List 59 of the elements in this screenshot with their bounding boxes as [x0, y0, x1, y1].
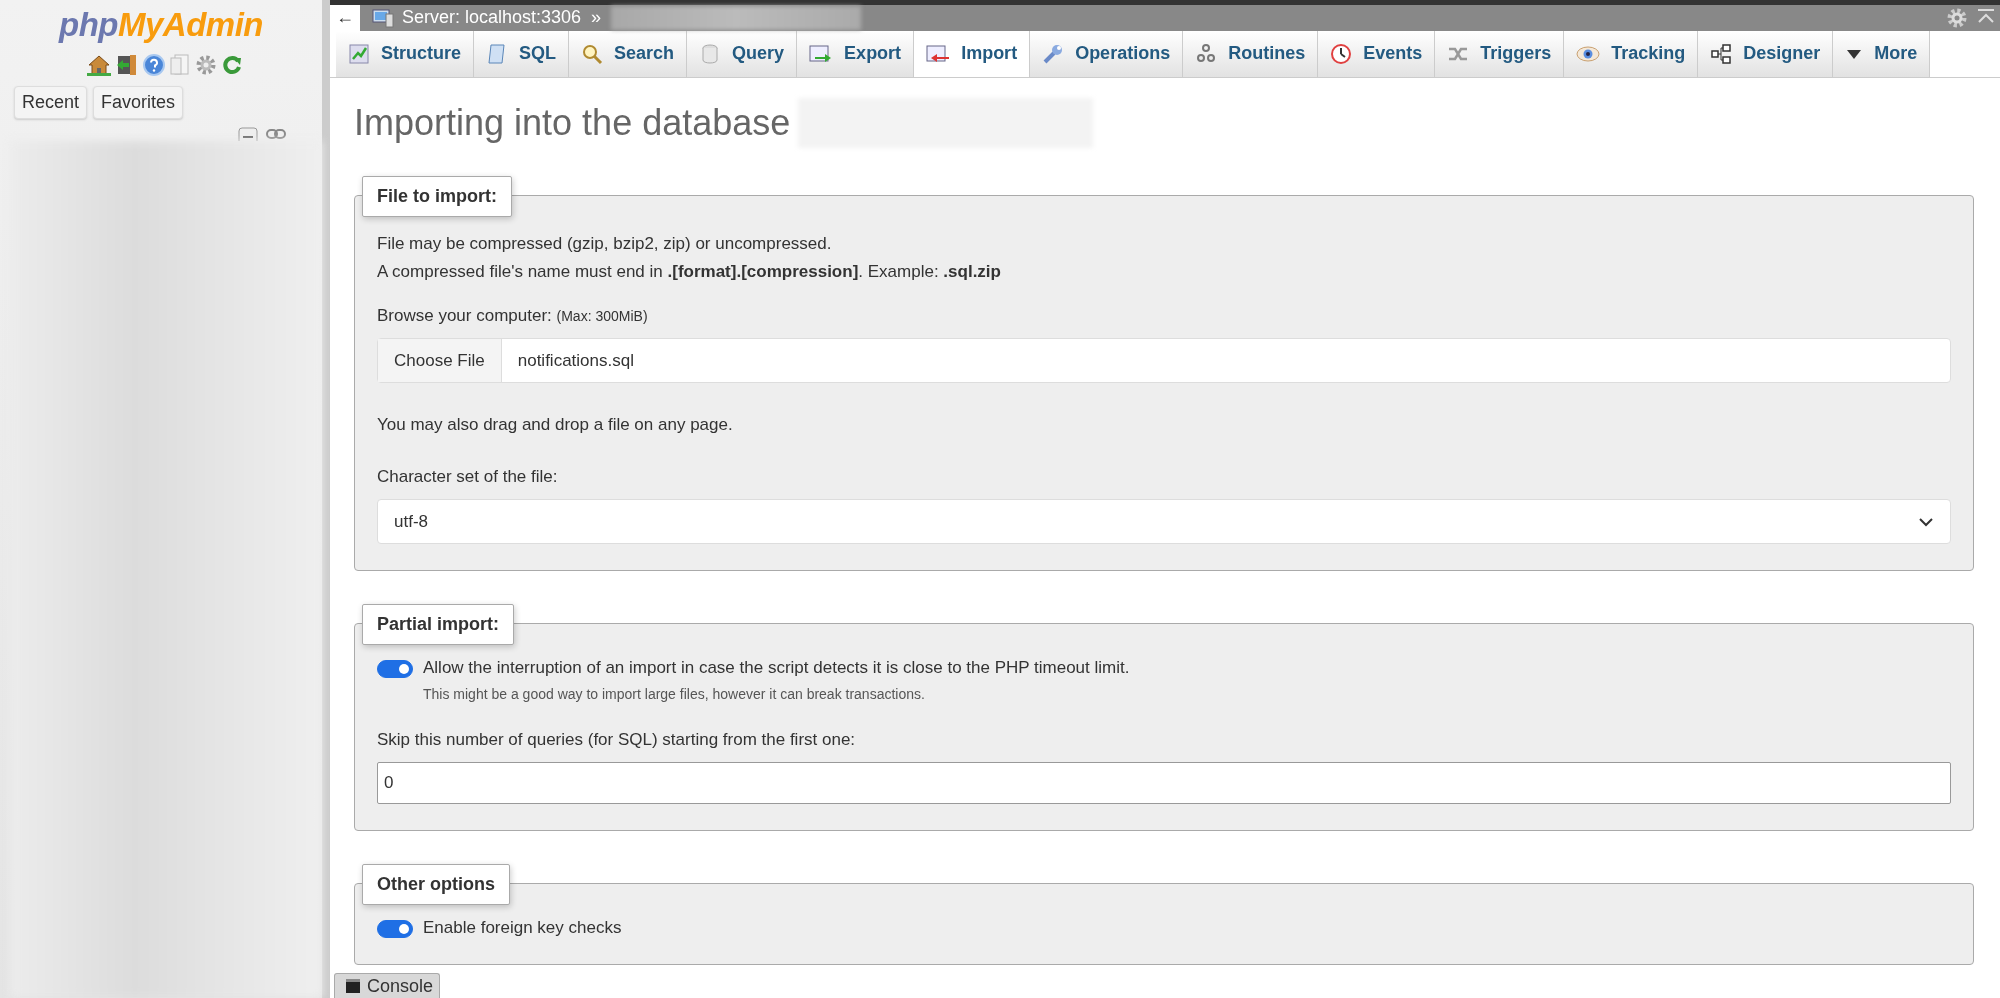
- tab[interactable]: Query: [687, 30, 798, 77]
- choose-file-button[interactable]: Choose File: [378, 339, 502, 382]
- diagram-icon: [1710, 42, 1733, 65]
- reload-icon[interactable]: [221, 54, 243, 76]
- back-button[interactable]: ←: [330, 5, 360, 31]
- tab[interactable]: Export: [797, 30, 915, 77]
- sidebar-button[interactable]: Recent: [14, 86, 88, 119]
- terminal-icon: [345, 978, 361, 994]
- scroll-icon: [486, 42, 508, 65]
- settings-icon[interactable]: [195, 54, 217, 76]
- wrench-icon: [1042, 42, 1065, 65]
- section-legend: Other options: [362, 864, 510, 905]
- charset-select[interactable]: utf-8: [377, 499, 1951, 544]
- input-field[interactable]: 0: [377, 762, 1951, 804]
- field-label: Character set of the file:: [377, 467, 558, 486]
- field-label: Skip this number of queries (for SQL) starting from the first one:: [377, 730, 856, 749]
- tab[interactable]: Triggers: [1435, 30, 1565, 77]
- section-legend: Partial import:: [362, 604, 515, 645]
- toggle-switch[interactable]: [377, 660, 413, 678]
- file-name: notifications.sql: [516, 350, 634, 371]
- tab[interactable]: Operations: [1030, 30, 1184, 77]
- logo[interactable]: phpMyAdmin: [59, 8, 263, 41]
- clock-icon: [1330, 42, 1353, 65]
- gears-icon: [1195, 42, 1218, 65]
- link-icon[interactable]: [266, 127, 286, 141]
- info-text: File may be compressed (gzip, bzip2, zip) or uncompressed.: [377, 233, 833, 255]
- breadcrumb-separator: »: [591, 7, 602, 29]
- tab[interactable]: Routines: [1183, 30, 1319, 77]
- breadcrumb-link[interactable]: Server: localhost:3306: [402, 7, 582, 29]
- search-icon: [581, 42, 604, 65]
- page-heading: Importing into the database: [354, 102, 791, 144]
- size-note: (Max: 300MiB): [556, 308, 648, 324]
- toggle-label: Allow the interruption of an import in case the script detects it is close to the PHP timeout limit.: [423, 658, 1130, 678]
- sidebar-button[interactable]: Favorites: [93, 86, 184, 119]
- server-icon: [372, 7, 394, 28]
- collapse-icon[interactable]: [238, 127, 258, 141]
- file-input[interactable]: Choose File notifications.sql: [377, 338, 1951, 383]
- tab[interactable]: Events: [1318, 30, 1436, 77]
- info-text: A compressed file's name must end in .[format].[compression]. Example: .sql.zip: [377, 261, 1002, 283]
- console-button[interactable]: Console: [334, 973, 441, 998]
- tab[interactable]: SQL: [474, 30, 570, 77]
- tab[interactable]: Designer: [1698, 30, 1834, 77]
- chevron-icon: [1918, 516, 1934, 527]
- door-icon[interactable]: [115, 54, 139, 76]
- field-label: You may also drag and drop a file on any page.: [377, 415, 733, 434]
- toggle-label: Enable foreign key checks: [423, 918, 622, 938]
- tab[interactable]: Search: [569, 30, 688, 77]
- field-label: Browse your computer:: [377, 306, 552, 325]
- settings-icon[interactable]: [1946, 6, 1968, 29]
- home-icon[interactable]: [87, 54, 111, 76]
- help-icon[interactable]: [143, 54, 165, 76]
- table-icon: [348, 42, 370, 65]
- tab[interactable]: Tracking: [1564, 30, 1699, 77]
- section-legend: File to import:: [362, 176, 512, 217]
- tab[interactable]: More: [1833, 30, 1931, 77]
- hint-text: This might be a good way to import large files, however it can break transactions.: [423, 686, 926, 702]
- tab[interactable]: Structure: [336, 30, 474, 77]
- toggle-switch[interactable]: [377, 920, 413, 938]
- import-icon: [926, 42, 951, 65]
